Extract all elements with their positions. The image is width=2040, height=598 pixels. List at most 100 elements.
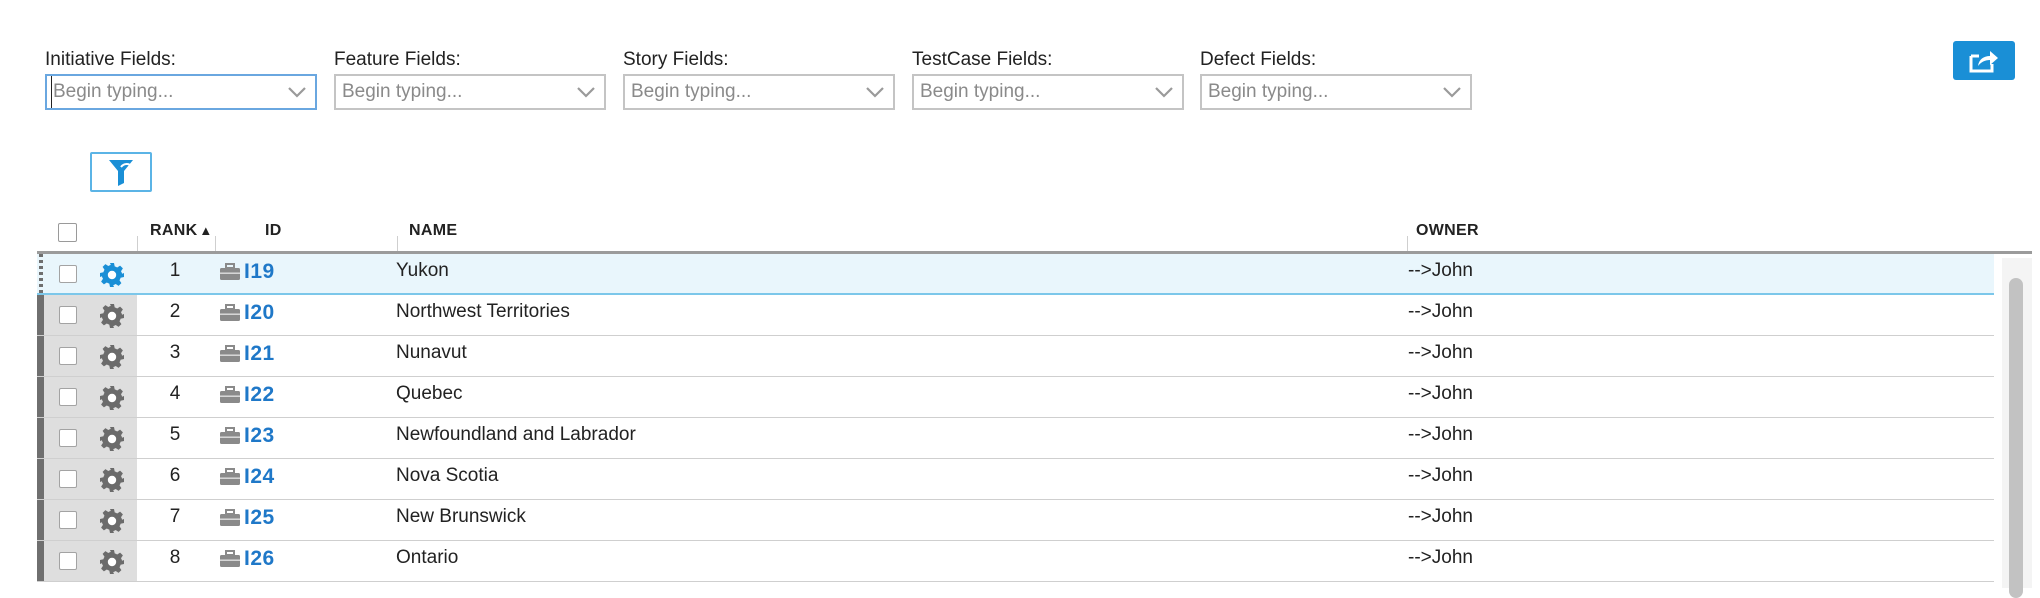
gear-icon[interactable] xyxy=(99,303,125,329)
briefcase-icon xyxy=(219,468,241,486)
name-cell[interactable]: Nova Scotia xyxy=(396,459,498,493)
owner-cell[interactable]: -->John xyxy=(1408,295,1473,329)
initiative-fields-input[interactable]: Begin typing... xyxy=(45,74,317,110)
name-cell[interactable]: Nunavut xyxy=(396,336,467,370)
drag-handle[interactable] xyxy=(37,459,44,499)
testcase-fields-input[interactable]: Begin typing... xyxy=(912,74,1184,110)
scrollbar-thumb[interactable] xyxy=(2009,278,2023,598)
name-cell[interactable]: Ontario xyxy=(396,541,458,575)
owner-cell[interactable]: -->John xyxy=(1408,336,1473,370)
drag-handle[interactable] xyxy=(37,295,44,335)
story-fields-input[interactable]: Begin typing... xyxy=(623,74,895,110)
gear-icon[interactable] xyxy=(99,385,125,411)
row-checkbox[interactable] xyxy=(59,511,77,529)
drag-handle[interactable] xyxy=(39,254,43,293)
owner-cell[interactable]: -->John xyxy=(1408,418,1473,452)
chevron-down-icon[interactable] xyxy=(865,83,885,101)
column-header-id[interactable]: ID xyxy=(265,222,282,240)
story-fields-picker: Story Fields: Begin typing... xyxy=(623,48,895,110)
export-button[interactable] xyxy=(1953,41,2015,80)
item-id-link[interactable]: I20 xyxy=(244,301,275,325)
name-cell[interactable]: Yukon xyxy=(396,254,449,288)
item-id-link[interactable]: I22 xyxy=(244,383,275,407)
defect-fields-placeholder: Begin typing... xyxy=(1208,81,1329,102)
drag-handle[interactable] xyxy=(37,500,44,540)
briefcase-icon xyxy=(219,427,241,445)
sort-ascending-icon: ▲ xyxy=(199,223,213,238)
row-checkbox[interactable] xyxy=(59,552,77,570)
chevron-down-icon[interactable] xyxy=(1442,83,1462,101)
items-grid: RANK ▲ ID NAME OWNER 1 I19 Yukon -->John 2 I20… xyxy=(37,214,2032,598)
table-row[interactable]: 6 I24 Nova Scotia -->John xyxy=(37,459,1994,500)
owner-cell[interactable]: -->John xyxy=(1408,377,1473,411)
owner-cell[interactable]: -->John xyxy=(1408,254,1473,288)
filter-icon xyxy=(109,160,133,186)
table-row[interactable]: 5 I23 Newfoundland and Labrador -->John xyxy=(37,418,1994,459)
column-separator xyxy=(397,236,398,252)
testcase-fields-label: TestCase Fields: xyxy=(912,49,1053,70)
initiative-fields-label: Initiative Fields: xyxy=(45,49,176,70)
initiative-fields-placeholder: Begin typing... xyxy=(51,76,173,108)
table-row[interactable]: 3 I21 Nunavut -->John xyxy=(37,336,1994,377)
chevron-down-icon[interactable] xyxy=(287,83,307,101)
briefcase-icon xyxy=(219,304,241,322)
gear-icon[interactable] xyxy=(99,549,125,575)
feature-fields-label: Feature Fields: xyxy=(334,49,461,70)
gear-icon[interactable] xyxy=(99,262,125,288)
column-header-owner[interactable]: OWNER xyxy=(1416,222,1479,240)
column-header-name[interactable]: NAME xyxy=(409,222,457,240)
vertical-scrollbar[interactable] xyxy=(2002,258,2032,598)
row-checkbox[interactable] xyxy=(59,306,77,324)
feature-fields-input[interactable]: Begin typing... xyxy=(334,74,606,110)
row-checkbox[interactable] xyxy=(59,429,77,447)
rank-cell: 4 xyxy=(169,383,181,404)
name-cell[interactable]: Quebec xyxy=(396,377,463,411)
briefcase-icon xyxy=(219,386,241,404)
story-fields-label: Story Fields: xyxy=(623,49,729,70)
item-id-link[interactable]: I26 xyxy=(244,547,275,571)
name-cell[interactable]: Northwest Territories xyxy=(396,295,570,329)
item-id-link[interactable]: I21 xyxy=(244,342,275,366)
table-row[interactable]: 7 I25 New Brunswick -->John xyxy=(37,500,1994,541)
column-separator xyxy=(215,236,216,252)
rank-cell: 6 xyxy=(169,465,181,486)
name-cell[interactable]: Newfoundland and Labrador xyxy=(396,418,636,452)
gear-icon[interactable] xyxy=(99,344,125,370)
item-id-link[interactable]: I25 xyxy=(244,506,275,530)
item-id-link[interactable]: I19 xyxy=(244,260,275,284)
drag-handle[interactable] xyxy=(37,541,44,581)
owner-cell[interactable]: -->John xyxy=(1408,459,1473,493)
row-checkbox[interactable] xyxy=(59,347,77,365)
table-row[interactable]: 2 I20 Northwest Territories -->John xyxy=(37,295,1994,336)
gear-icon[interactable] xyxy=(99,426,125,452)
item-id-link[interactable]: I24 xyxy=(244,465,275,489)
name-cell[interactable]: New Brunswick xyxy=(396,500,526,534)
initiative-fields-picker: Initiative Fields: Begin typing... xyxy=(45,48,317,110)
filter-button[interactable] xyxy=(90,152,152,192)
drag-handle[interactable] xyxy=(37,336,44,376)
table-row[interactable]: 8 I26 Ontario -->John xyxy=(37,541,1994,582)
table-row[interactable]: 1 I19 Yukon -->John xyxy=(37,254,1994,295)
rank-cell: 7 xyxy=(169,506,181,527)
select-all-checkbox[interactable] xyxy=(58,223,77,242)
defect-fields-input[interactable]: Begin typing... xyxy=(1200,74,1472,110)
item-id-link[interactable]: I23 xyxy=(244,424,275,448)
owner-cell[interactable]: -->John xyxy=(1408,500,1473,534)
row-checkbox[interactable] xyxy=(59,470,77,488)
chevron-down-icon[interactable] xyxy=(1154,83,1174,101)
column-header-rank[interactable]: RANK ▲ xyxy=(150,222,213,240)
feature-fields-placeholder: Begin typing... xyxy=(342,81,463,102)
row-checkbox[interactable] xyxy=(59,388,77,406)
gear-icon[interactable] xyxy=(99,467,125,493)
drag-handle[interactable] xyxy=(37,377,44,417)
gear-icon[interactable] xyxy=(99,508,125,534)
drag-handle[interactable] xyxy=(37,418,44,458)
row-checkbox[interactable] xyxy=(59,265,77,283)
export-icon xyxy=(1969,50,1998,72)
chevron-down-icon[interactable] xyxy=(576,83,596,101)
briefcase-icon xyxy=(219,263,241,281)
rank-cell: 1 xyxy=(169,260,181,281)
owner-cell[interactable]: -->John xyxy=(1408,541,1473,575)
defect-fields-label: Defect Fields: xyxy=(1200,49,1317,70)
table-row[interactable]: 4 I22 Quebec -->John xyxy=(37,377,1994,418)
